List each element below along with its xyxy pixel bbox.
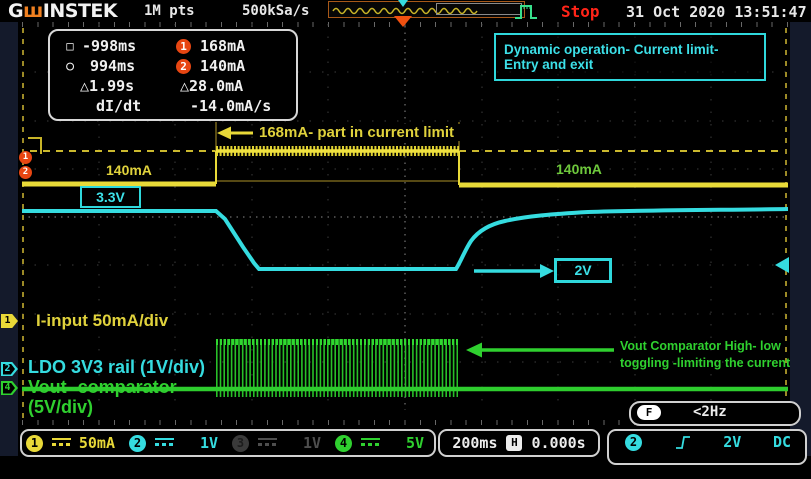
annotation-comparator-note: Vout Comparator High- low toggling -limi… — [620, 338, 790, 372]
annotation-rail-nominal: 3.3V — [80, 186, 141, 208]
trigger-source-icon: 2 — [625, 433, 642, 451]
channel4-icon: 4 — [335, 434, 352, 452]
freq-f-icon: F — [637, 405, 661, 420]
delta-value: △28.0mA — [180, 77, 244, 95]
channel2-icon: 2 — [129, 434, 146, 452]
ch4-label-line1: Vout- comparator — [28, 377, 177, 397]
channel-status-bar: 1 50mA 2 1V 3 1V 4 5V — [20, 429, 436, 457]
channel1-icon: 1 — [26, 434, 43, 452]
annotation-left-current: 140mA — [106, 162, 152, 178]
annotation-right-current: 140mA — [556, 161, 602, 177]
cursor2-symbol: ○ — [66, 58, 74, 74]
trigger-coupling: DC — [772, 433, 791, 451]
cursor1-screen-marker: 1 — [19, 151, 32, 164]
cursor1-value: 168mA — [200, 37, 246, 55]
cursor-measurement-panel: □ -998ms 1 168mA ○ 994ms 2 140mA △1.99s … — [48, 29, 298, 121]
channel1-status[interactable]: 1 50mA — [22, 434, 125, 452]
slope-row: dI/dt -14.0mA/s — [58, 96, 288, 116]
channel3-coupling-icon — [258, 438, 277, 448]
cursor2-marker-icon: 2 — [176, 58, 191, 74]
cursor1-symbol: □ — [66, 39, 74, 53]
horizontal-offset: 0.000s — [531, 434, 586, 452]
channel4-status[interactable]: 4 5V — [331, 434, 434, 452]
trigger-level: 2V — [723, 433, 742, 451]
trigger-position-icon — [394, 16, 412, 27]
horizontal-h-icon: H — [506, 435, 523, 451]
freq-indicator: F <2Hz — [629, 401, 801, 426]
didt-value: -14.0mA/s — [190, 97, 272, 115]
timebase-scale: 200ms — [452, 434, 498, 452]
cursor-row-2: ○ 994ms 2 140mA — [58, 56, 288, 76]
rising-edge-icon — [675, 435, 690, 449]
delta-time: △1.99s — [80, 77, 135, 95]
channel4-scale: 5V — [405, 434, 424, 452]
channel3-status[interactable]: 3 1V — [228, 434, 331, 452]
didt-label: dI/dt — [96, 97, 142, 115]
comparator-note-line1: Vout Comparator High- low — [620, 339, 781, 353]
comparator-note-line2: toggling -limiting the current — [620, 356, 791, 370]
ch4-label-line2: (5V/div) — [28, 397, 94, 417]
annotation-current-limit: 168mA- part in current limit — [253, 124, 461, 141]
cursor-delta-row: △1.99s △28.0mA — [58, 76, 288, 96]
channel2-coupling-icon — [155, 438, 174, 448]
annotation-rail-drop: 2V — [554, 258, 612, 283]
trigger-status-row: 2 2V DC — [609, 431, 805, 451]
cursor2-screen-marker: 2 — [19, 166, 32, 179]
channel2-status[interactable]: 2 1V — [125, 434, 228, 452]
cursor-row-1: □ -998ms 1 168mA — [58, 36, 288, 56]
channel2-scale: 1V — [199, 434, 218, 452]
timebase-status[interactable]: 200ms H 0.000s — [438, 429, 600, 457]
ch2-label: LDO 3V3 rail (1V/div) — [28, 357, 206, 377]
annotation-title: Dynamic operation- Current limit- Entry … — [494, 33, 766, 81]
oscilloscope-screen: GшINSTEK 1M pts 500kSa/s Stop 31 Oct 202… — [0, 0, 811, 479]
cursor-bracket-icon — [28, 137, 42, 154]
ch1-label: I-input 50mA/div — [36, 311, 169, 330]
channel4-coupling-icon — [361, 438, 380, 448]
channel3-icon: 3 — [232, 434, 249, 452]
freq-readout: <2Hz — [693, 404, 727, 420]
cursor1-time: -998ms — [82, 37, 137, 55]
cursor1-marker-icon: 1 — [176, 38, 191, 54]
channel3-scale: 1V — [302, 434, 321, 452]
channel1-scale: 50mA — [78, 434, 115, 452]
trigger-status[interactable]: 2 2V DC — [607, 429, 807, 465]
channel1-coupling-icon — [52, 438, 71, 448]
cursor2-value: 140mA — [200, 57, 246, 75]
memory-cursor-icon — [398, 0, 408, 7]
cursor2-time: 994ms — [90, 57, 136, 75]
